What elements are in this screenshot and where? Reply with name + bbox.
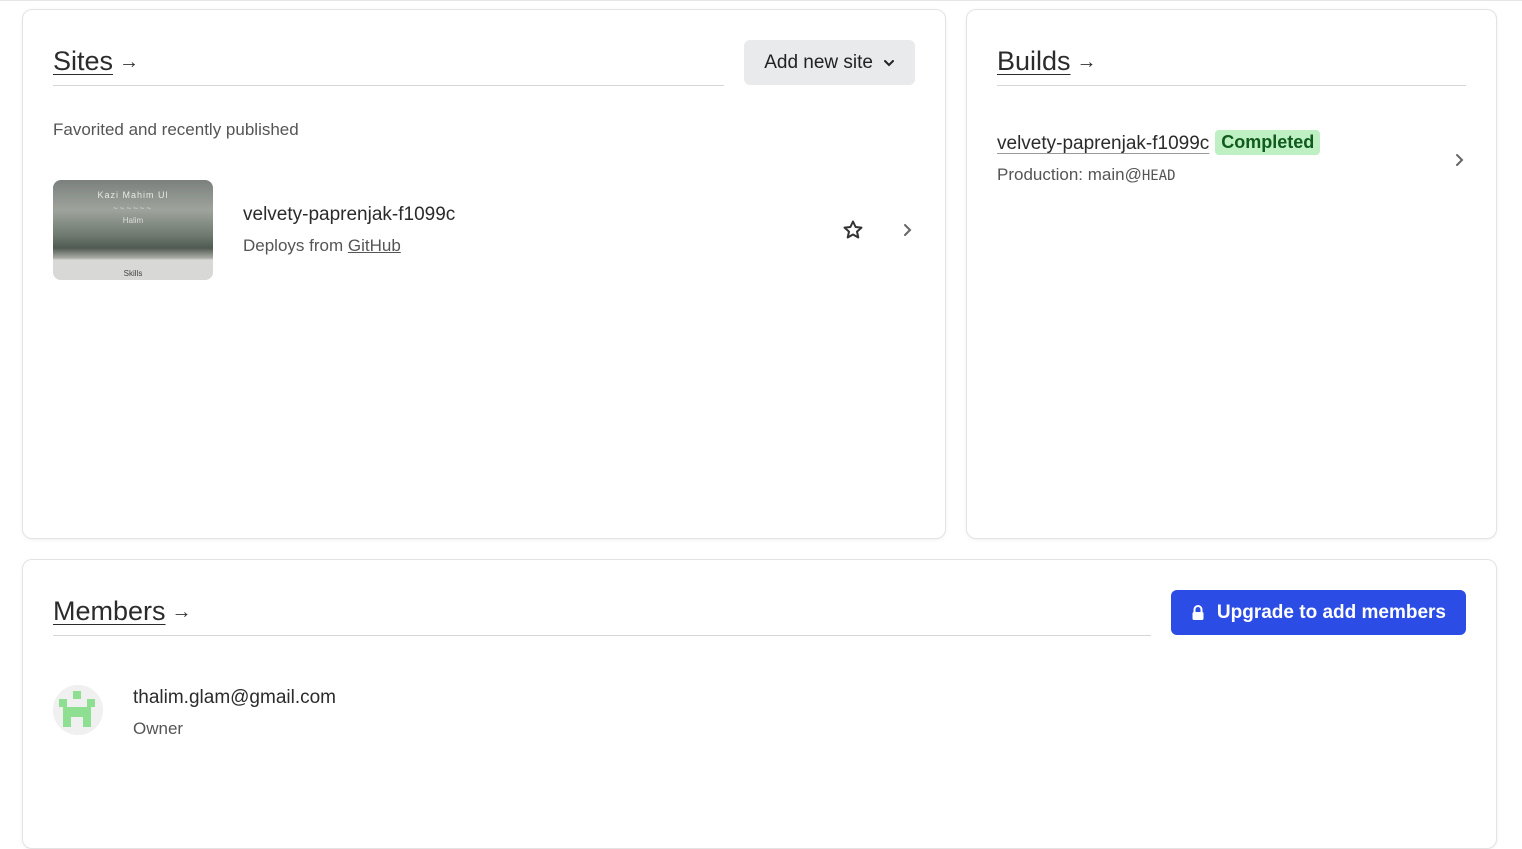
upgrade-button-label: Upgrade to add members [1216,601,1446,623]
site-name[interactable]: velvety-paprenjak-f1099c [243,204,455,226]
thumbnail-text-line2: ~~~~~~ [112,204,154,213]
thumbnail-text-line3: Halim [122,216,144,225]
site-deploy-info: Deploys from GitHub [243,236,401,256]
status-badge: Completed [1215,130,1321,155]
arrow-right-icon: → [119,51,140,73]
builds-header: Builds → [997,40,1466,86]
site-list-item[interactable]: Kazi Mahim Ul ~~~~~~ Halim Skills velvet… [53,180,915,280]
chevron-right-icon[interactable] [1451,152,1467,168]
arrow-right-icon: → [171,601,192,623]
build-context-prefix: Production: main@ [997,165,1142,184]
chevron-right-icon[interactable] [899,222,915,238]
upgrade-to-add-members-button[interactable]: Upgrade to add members [1170,590,1466,635]
build-title-line: velvety-paprenjak-f1099c Completed [997,130,1466,155]
builds-heading-wrap: Builds → [997,40,1466,86]
builds-heading-link[interactable]: Builds [997,40,1071,82]
deploy-source-link[interactable]: GitHub [348,236,401,255]
avatar-identicon [53,685,103,735]
thumbnail-footer: Skills [53,260,213,280]
sites-heading-link[interactable]: Sites [53,40,113,82]
sites-card: Sites → Add new site Favorited and recen… [22,9,946,539]
top-divider [0,0,1522,2]
member-role: Owner [133,719,184,738]
add-new-site-label: Add new site [764,51,873,73]
avatar [53,685,103,735]
sites-header: Sites → Add new site [53,40,915,86]
arrow-right-icon: → [1076,51,1097,73]
sites-subtitle: Favorited and recently published [53,120,299,139]
sites-heading-wrap: Sites → [53,40,725,86]
builds-card: Builds → velvety-paprenjak-f1099c Complet… [966,9,1497,539]
members-header: Members → Upgrade to add members [53,590,1466,636]
chevron-down-icon [884,59,894,66]
deploy-prefix: Deploys from [243,236,344,255]
build-site-name[interactable]: velvety-paprenjak-f1099c [997,133,1209,154]
favorite-star-icon[interactable] [841,218,865,242]
build-context: Production: main@HEAD [997,165,1466,185]
add-new-site-button[interactable]: Add new site [744,40,915,85]
thumbnail-text-line1: Kazi Mahim Ul [97,190,169,200]
members-heading-link[interactable]: Members [53,590,166,632]
lock-icon [1192,604,1204,620]
members-card: Members → Upgrade to add members thalim.… [22,559,1497,849]
members-heading-wrap: Members → [53,590,1151,636]
build-list-item[interactable]: velvety-paprenjak-f1099c Completed Produc… [997,130,1466,190]
build-ref: HEAD [1141,168,1176,184]
member-email: thalim.glam@gmail.com [133,687,337,708]
site-thumbnail[interactable]: Kazi Mahim Ul ~~~~~~ Halim Skills [53,180,213,280]
